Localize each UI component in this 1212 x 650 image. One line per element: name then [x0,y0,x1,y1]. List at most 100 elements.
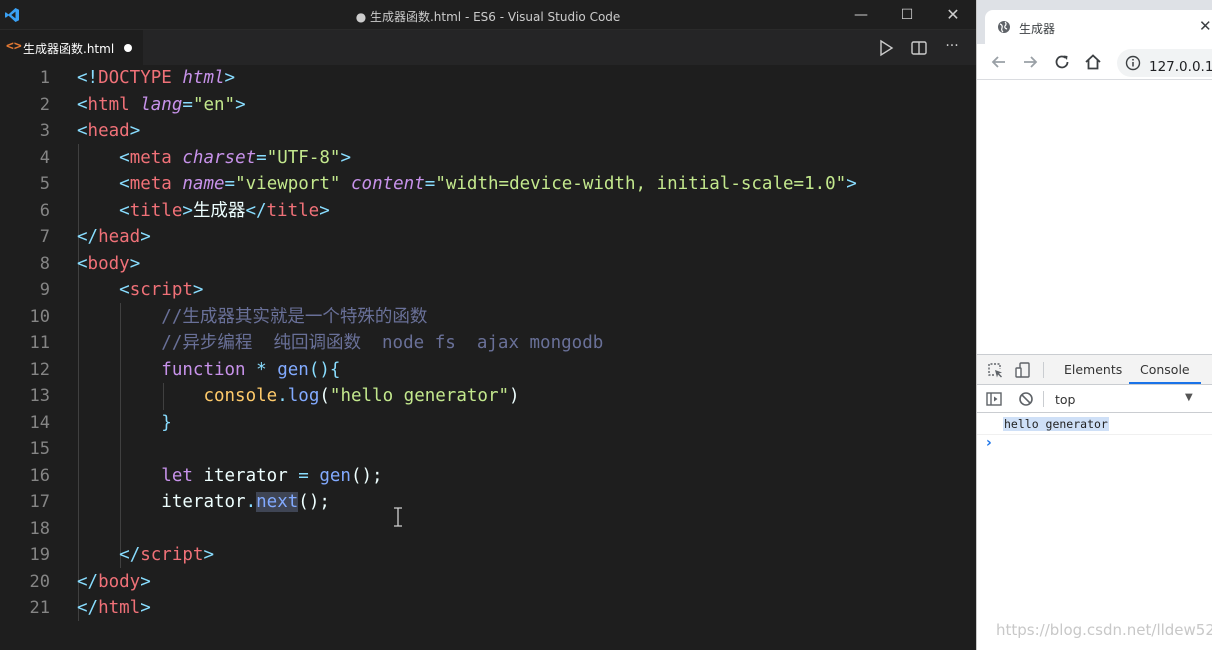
code-line[interactable]: 9 <script> [0,277,976,304]
code-token: "en" [192,94,236,115]
code-line[interactable]: 14 } [0,410,976,437]
code-token: name [182,174,225,194]
code-line[interactable]: 2 <html lang="en"> [0,92,976,119]
code-line[interactable]: 15 [0,436,976,463]
code-line[interactable]: 3 <head> [0,118,976,145]
code-text: function * gen(){ [77,357,340,384]
inspect-element-icon[interactable] [986,361,1004,379]
minimize-button[interactable]: — [838,0,884,30]
code-token: gen [319,465,351,486]
code-line[interactable]: 10 //生成器其实就是一个特殊的函数 [0,304,976,331]
line-number: 9 [39,280,50,300]
code-token: body [98,571,141,592]
code-line[interactable]: 17 iterator.next(); [0,489,976,516]
close-window-button[interactable]: ✕ [930,0,976,30]
code-token: </ [77,598,99,618]
code-token: < [119,147,130,168]
execution-context-select[interactable]: top ▼ [1049,388,1199,410]
line-number: 14 [29,412,50,433]
code-line[interactable]: 5 <meta name="viewport" content="width=d… [0,171,976,198]
vscode-titlebar: ● 生成器函数.html - ES6 - Visual Studio Code … [0,0,976,30]
browser-toolbar: 127.0.0.1:5500/生成器函数.html [977,44,1212,80]
code-token: next [256,492,299,512]
code-text: </head> [77,224,151,251]
code-token: = [298,465,320,486]
code-token: "UTF-8" [266,147,341,168]
devtools-panel: Elements Console top ▼ hello generator › [977,354,1212,650]
code-token: = [256,147,267,168]
more-actions-icon[interactable]: ··· [942,38,962,58]
tab-console[interactable]: Console [1140,362,1190,377]
line-number: 1 [39,68,50,88]
run-icon[interactable] [876,38,896,58]
console-prompt-icon[interactable]: › [986,435,992,451]
code-token: 生成器 [192,200,246,221]
devtools-tabbar: Elements Console [977,355,1212,385]
code-line[interactable]: 6 <title>生成器</title> [0,198,976,225]
code-token: > [235,94,246,115]
console-message: hello generator [977,413,1212,435]
device-toolbar-icon[interactable] [1014,361,1032,379]
code-line[interactable]: 12 function * gen(){ [0,357,976,384]
code-line[interactable]: 19 </script> [0,542,976,569]
address-bar[interactable]: 127.0.0.1:5500/生成器函数.html [1117,49,1212,77]
code-line[interactable]: 11 //异步编程 纯回调函数 node fs ajax mongodb [0,330,976,357]
code-text: <body> [77,251,140,278]
clear-console-icon[interactable] [1017,390,1035,408]
code-line[interactable]: 18 [0,516,976,543]
maximize-button[interactable]: ☐ [884,0,930,30]
console-toolbar: top ▼ [977,385,1212,413]
line-number: 19 [29,545,50,565]
forward-arrow-icon[interactable] [1020,52,1040,72]
code-line[interactable]: 1 <!DOCTYPE html> [0,65,976,92]
browser-tab[interactable]: 生成器 ✕ [985,10,1212,44]
back-arrow-icon[interactable] [989,52,1009,72]
code-line[interactable]: 20 </body> [0,569,976,596]
code-token: > [203,545,214,565]
editor-tab-active[interactable]: <> 生成器函数.html [0,30,143,65]
toolbar-divider [1043,362,1044,378]
code-token: . [277,386,288,406]
code-token: > [182,200,193,221]
info-icon[interactable] [1125,55,1141,71]
vscode-window: ● 生成器函数.html - ES6 - Visual Studio Code … [0,0,976,650]
code-editor[interactable]: 1 <!DOCTYPE html> 2 <html lang="en"> 3 <head>… [0,65,976,650]
code-text: <meta name="viewport" content="width=dev… [77,171,857,198]
close-tab-icon[interactable]: ✕ [1199,17,1212,35]
code-text: <!DOCTYPE html> [77,65,235,92]
line-number: 2 [39,94,50,115]
code-token: html [182,68,225,88]
line-number: 11 [29,333,50,353]
code-line[interactable]: 13 console.log("hello generator") [0,383,976,410]
unsaved-dot-icon[interactable] [124,44,132,52]
code-text: <title>生成器</title> [77,198,330,225]
code-line[interactable]: 8 <body> [0,251,976,278]
code-token: meta [129,147,183,168]
tab-elements[interactable]: Elements [1064,362,1122,377]
code-line[interactable]: 16 let iterator = gen(); [0,463,976,490]
page-viewport[interactable] [977,81,1212,354]
home-icon[interactable] [1083,52,1103,72]
code-token: meta [129,174,183,194]
code-token: </ [245,200,267,221]
code-token: iterator [203,465,299,486]
code-token: < [77,121,88,141]
split-editor-icon[interactable] [909,38,929,58]
code-token: "viewport" [235,174,351,194]
code-token: (); [350,465,383,486]
code-line[interactable]: 21 </html> [0,595,976,622]
code-line[interactable]: 7 </head> [0,224,976,251]
code-text: </body> [77,569,151,596]
code-token: "hello generator" [329,386,510,406]
line-number: 13 [29,386,50,406]
code-line[interactable]: 4 <meta charset="UTF-8"> [0,145,976,172]
console-sidebar-icon[interactable] [985,390,1003,408]
code-token: head [98,227,141,247]
code-token: > [319,200,330,221]
reload-icon[interactable] [1052,52,1072,72]
